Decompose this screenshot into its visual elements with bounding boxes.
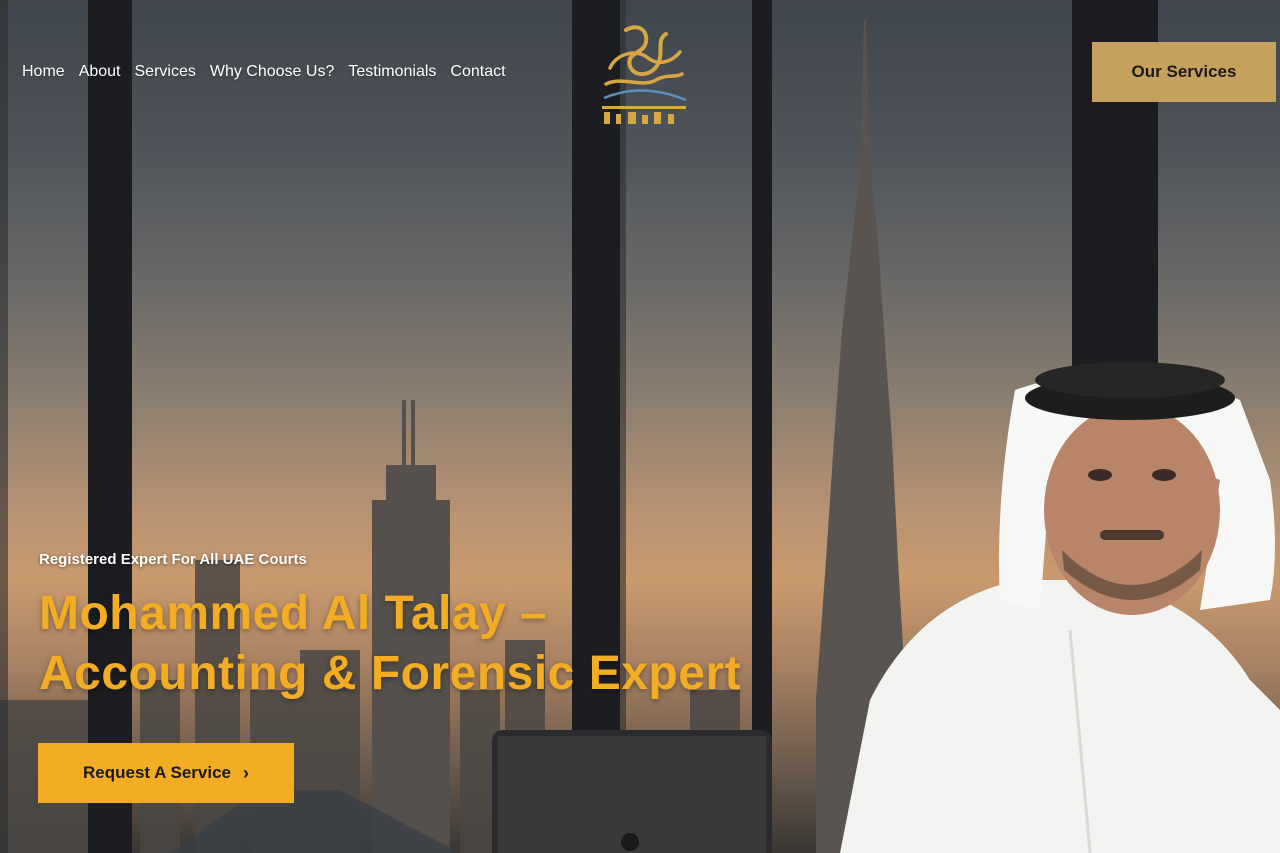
hero-title: Mohammed Al Talay – Accounting & Forensi… (39, 584, 741, 704)
request-service-label: Request A Service (82, 763, 232, 782)
nav-link-about[interactable]: About (79, 63, 121, 81)
nav-link-home[interactable]: Home (22, 63, 65, 81)
laptop-image (492, 730, 772, 853)
nav-link-testimonials[interactable]: Testimonials (348, 63, 436, 81)
request-service-button[interactable]: Request A Service › (38, 743, 294, 803)
chevron-right-icon: › (243, 763, 250, 783)
nav-link-why-choose-us[interactable]: Why Choose Us? (210, 63, 335, 81)
hero-tagline: Registered Expert For All UAE Courts (39, 551, 307, 568)
main-nav: Home About Services Why Choose Us? Testi… (22, 63, 506, 81)
nav-link-contact[interactable]: Contact (450, 63, 505, 81)
nav-link-services[interactable]: Services (135, 63, 196, 81)
hero-title-line-1: Mohammed Al Talay – (39, 587, 548, 640)
hero-section: Home About Services Why Choose Us? Testi… (0, 0, 1280, 853)
hero-title-line-2: Accounting & Forensic Expert (39, 647, 742, 700)
our-services-button[interactable]: Our Services (1092, 42, 1276, 102)
brand-logo[interactable] (596, 18, 690, 128)
expert-portrait (840, 362, 1280, 853)
